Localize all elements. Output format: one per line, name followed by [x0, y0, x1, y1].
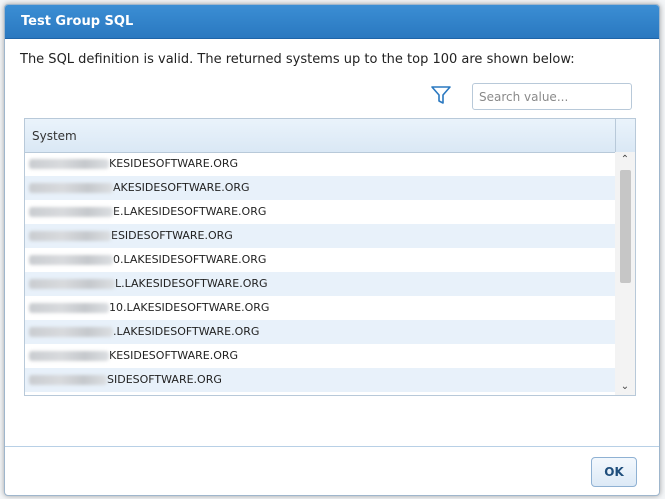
redacted-text [29, 207, 113, 217]
vertical-scrollbar[interactable]: ⌃ ⌄ [615, 152, 635, 395]
dialog-titlebar: Test Group SQL [5, 5, 659, 39]
system-name: L.LAKESIDESOFTWARE.ORG [115, 277, 268, 290]
systems-grid: System KESIDESOFTWARE.ORG AKESIDESOFTWAR… [24, 118, 636, 396]
system-name: ESIDESOFTWARE.ORG [111, 229, 233, 242]
redacted-text [29, 375, 107, 385]
redacted-text [29, 279, 115, 289]
system-name: 0.LAKESIDESOFTWARE.ORG [113, 253, 267, 266]
table-row[interactable]: E.LAKESIDESOFTWARE.ORG [25, 200, 615, 224]
column-header-system[interactable]: System [32, 129, 77, 143]
redacted-text [29, 327, 113, 337]
table-row[interactable]: L.LAKESIDESOFTWARE.ORG [25, 272, 615, 296]
redacted-text [29, 255, 113, 265]
table-row[interactable]: 10.LAKESIDESOFTWARE.ORG [25, 296, 615, 320]
table-row[interactable]: KESIDESOFTWARE.ORG [25, 152, 615, 176]
table-row[interactable]: SIDESOFTWARE.ORG [25, 368, 615, 392]
table-row[interactable]: 0.LAKESIDESOFTWARE.ORG [25, 248, 615, 272]
validation-message: The SQL definition is valid. The returne… [20, 52, 575, 67]
footer-divider [5, 446, 659, 447]
table-row[interactable]: ESIDESOFTWARE.ORG [25, 224, 615, 248]
system-name: 10.LAKESIDESOFTWARE.ORG [109, 301, 270, 314]
test-group-sql-dialog: Test Group SQL The SQL definition is val… [4, 4, 660, 496]
redacted-text [29, 303, 109, 313]
system-name: AKESIDESOFTWARE.ORG [113, 181, 250, 194]
scroll-down-icon[interactable]: ⌄ [615, 379, 635, 395]
search-input[interactable] [472, 83, 632, 110]
scrollbar-thumb[interactable] [620, 170, 631, 283]
header-spacer [615, 119, 636, 152]
system-name: SIDESOFTWARE.ORG [107, 373, 222, 386]
ok-button[interactable]: OK [591, 457, 637, 487]
grid-rows: KESIDESOFTWARE.ORG AKESIDESOFTWARE.ORG E… [25, 152, 615, 395]
filter-icon[interactable] [430, 84, 452, 106]
system-name: .LAKESIDESOFTWARE.ORG [113, 325, 260, 338]
grid-header: System [25, 119, 635, 153]
redacted-text [29, 351, 109, 361]
table-row[interactable]: KESIDESOFTWARE.ORG [25, 344, 615, 368]
dialog-title: Test Group SQL [21, 14, 134, 29]
system-name: E.LAKESIDESOFTWARE.ORG [113, 205, 267, 218]
redacted-text [29, 231, 111, 241]
system-name: KESIDESOFTWARE.ORG [109, 157, 239, 170]
redacted-text [29, 183, 113, 193]
scroll-up-icon[interactable]: ⌃ [615, 152, 635, 168]
redacted-text [29, 159, 109, 169]
table-row[interactable]: AKESIDESOFTWARE.ORG [25, 176, 615, 200]
system-name: KESIDESOFTWARE.ORG [109, 349, 239, 362]
table-row[interactable]: .LAKESIDESOFTWARE.ORG [25, 320, 615, 344]
